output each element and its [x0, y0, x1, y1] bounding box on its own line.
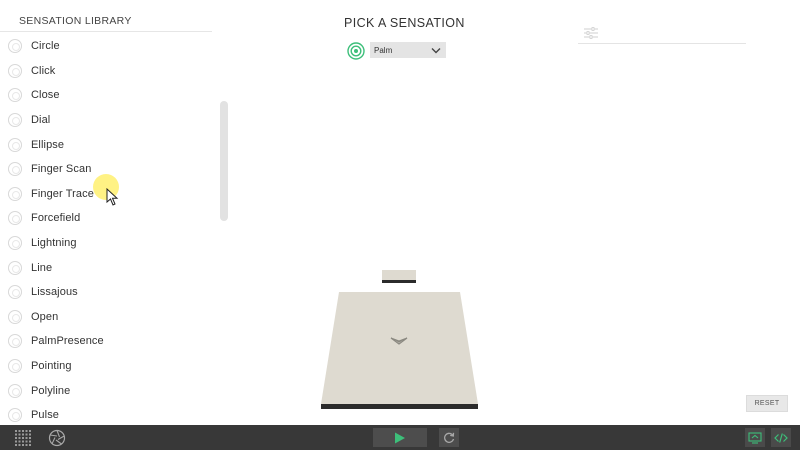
sensation-label: Circle [31, 40, 60, 53]
sensation-library-panel: SENSATION LIBRARY Circle Click Close Dia… [0, 0, 230, 425]
mouse-cursor-icon [106, 188, 119, 206]
sensation-item-click[interactable]: Click [0, 59, 212, 84]
stream-icon [748, 431, 762, 444]
radio-icon[interactable] [8, 211, 22, 226]
sensation-label: Pointing [31, 360, 72, 373]
hand-position-dropdown[interactable]: Palm [370, 42, 446, 58]
sensation-item-forcefield[interactable]: Forcefield [0, 206, 212, 231]
settings-divider [578, 43, 746, 44]
sensation-label: Finger Scan [31, 163, 92, 176]
sensation-item-lissajous[interactable]: Lissajous [0, 280, 212, 305]
code-button[interactable] [771, 428, 791, 447]
sensation-label: Lightning [31, 237, 77, 250]
sensation-item-close[interactable]: Close [0, 83, 212, 108]
radio-icon[interactable] [8, 408, 22, 423]
radio-icon[interactable] [8, 39, 22, 54]
sensation-item-palmpresence[interactable]: PalmPresence [0, 329, 212, 354]
aperture-icon [48, 429, 66, 446]
haptic-device-view [321, 270, 478, 409]
radio-icon[interactable] [8, 309, 22, 324]
radio-icon[interactable] [8, 137, 22, 152]
device-body [321, 292, 478, 404]
radio-icon[interactable] [8, 63, 22, 78]
radio-icon[interactable] [8, 88, 22, 103]
radio-icon[interactable] [8, 186, 22, 201]
sidebar-scrollbar[interactable] [220, 101, 228, 221]
sensation-label: PalmPresence [31, 335, 104, 348]
reset-button[interactable]: RESET [746, 395, 788, 412]
sensation-item-lightning[interactable]: Lightning [0, 231, 212, 256]
sensation-label: Open [31, 310, 59, 323]
sensation-item-polyline[interactable]: Polyline [0, 378, 212, 403]
sensation-label: Close [31, 89, 60, 102]
radio-icon[interactable] [8, 260, 22, 275]
radio-icon[interactable] [8, 285, 22, 300]
target-icon[interactable] [347, 42, 365, 60]
sensation-item-line[interactable]: Line [0, 255, 212, 280]
replay-button[interactable] [439, 428, 459, 447]
stream-button[interactable] [745, 428, 765, 447]
sensation-item-ellipse[interactable]: Ellipse [0, 132, 212, 157]
radio-icon[interactable] [8, 359, 22, 374]
sensation-label: Pulse [31, 409, 60, 422]
device-top-edge [382, 280, 416, 283]
sidebar-divider [0, 31, 212, 32]
device-top-plate [382, 270, 416, 280]
sensation-label: Polyline [31, 384, 71, 397]
sensation-label: Finger Trace [31, 187, 94, 200]
sensation-label: Line [31, 261, 53, 274]
grid-button[interactable] [13, 425, 33, 450]
sensation-label: Click [31, 64, 56, 77]
sliders-icon[interactable] [583, 26, 599, 40]
sensation-item-pulse[interactable]: Pulse [0, 403, 212, 425]
bottom-toolbar [0, 425, 800, 450]
play-icon [395, 432, 405, 443]
hand-position-value: Palm [374, 45, 393, 55]
sensation-item-dial[interactable]: Dial [0, 108, 212, 133]
page-title: PICK A SENSATION [344, 16, 465, 30]
code-icon [774, 432, 788, 443]
sensation-label: Forcefield [31, 212, 81, 225]
sensation-label: Lissajous [31, 286, 78, 299]
replay-icon [444, 432, 455, 443]
radio-icon[interactable] [8, 383, 22, 398]
sensation-item-open[interactable]: Open [0, 305, 212, 330]
radio-icon[interactable] [8, 334, 22, 349]
sensation-label: Dial [31, 114, 51, 127]
chevron-down-icon [431, 47, 441, 53]
play-button[interactable] [373, 428, 427, 447]
sidebar-title: SENSATION LIBRARY [19, 15, 132, 27]
grid-icon [15, 429, 31, 446]
sensation-item-circle[interactable]: Circle [0, 34, 212, 59]
device-base-edge [321, 404, 478, 409]
radio-icon[interactable] [8, 113, 22, 128]
camera-button[interactable] [46, 425, 68, 450]
sensation-list: Circle Click Close Dial Ellipse Finger S… [0, 34, 212, 425]
sensation-label: Ellipse [31, 138, 65, 151]
radio-icon[interactable] [8, 236, 22, 251]
sensation-item-pointing[interactable]: Pointing [0, 354, 212, 379]
radio-icon[interactable] [8, 162, 22, 177]
